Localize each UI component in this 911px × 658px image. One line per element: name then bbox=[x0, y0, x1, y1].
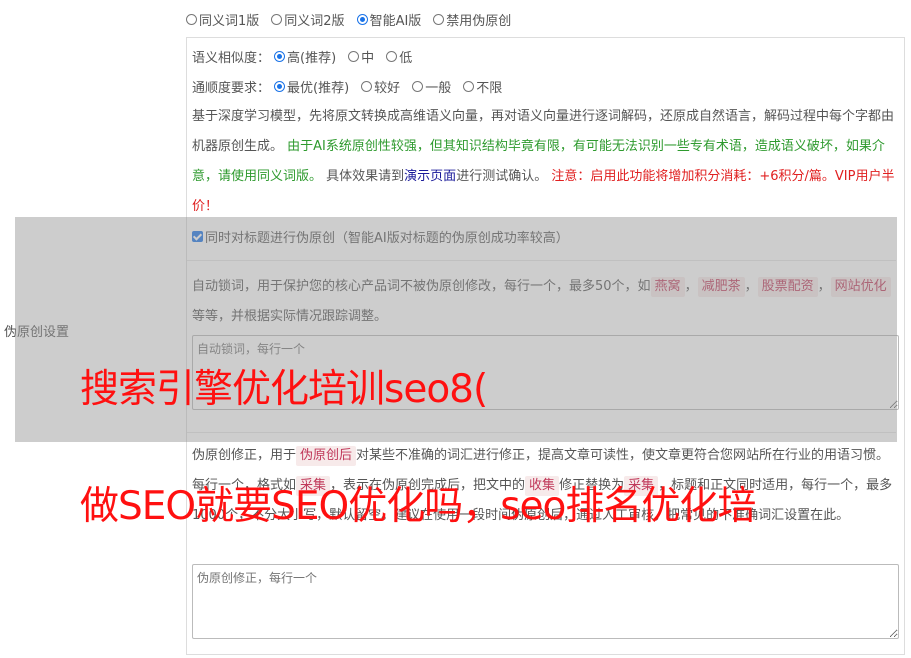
radio-selected-icon[interactable] bbox=[356, 13, 368, 25]
mode-option-synonym2[interactable]: 同义词2版 bbox=[271, 10, 345, 29]
similarity-option-low[interactable]: 低 bbox=[386, 47, 412, 66]
mode-option-ai[interactable]: 智能AI版 bbox=[356, 10, 422, 29]
fluency-row: 通顺度要求： 最优(推荐) 较好 一般 不限 bbox=[192, 76, 514, 96]
correction-text: 伪原创修正，用于 bbox=[192, 448, 297, 463]
divider bbox=[187, 432, 896, 433]
mode-option-label: 智能AI版 bbox=[369, 13, 422, 29]
mode-option-label: 同义词2版 bbox=[284, 13, 345, 29]
watermark-line-2: 做SEO就要SEO优化吗，seo排名优化培 bbox=[80, 484, 756, 529]
example-tag: 减肥茶 bbox=[697, 277, 745, 297]
title-checkbox-label: 同时对标题进行伪原创（智能AI版对标题的伪原创成功率较高） bbox=[205, 230, 569, 246]
similarity-row: 语义相似度： 高(推荐) 中 低 bbox=[192, 46, 424, 66]
option-label: 最优(推荐) bbox=[287, 80, 350, 96]
watermark-line-1: 搜索引擎优化培训seo8( bbox=[80, 367, 488, 412]
option-label: 不限 bbox=[476, 80, 503, 96]
radio-selected-icon[interactable] bbox=[274, 80, 286, 92]
separator: ， bbox=[817, 279, 831, 294]
example-tag: 网站优化 bbox=[830, 277, 891, 297]
radio-icon[interactable] bbox=[186, 13, 197, 25]
similarity-option-high[interactable]: 高(推荐) bbox=[274, 47, 336, 66]
ai-description: 基于深度学习模型，先将原文转换成高维语义向量，再对语义向量进行逐词解码，还原成自… bbox=[192, 102, 897, 222]
similarity-label: 语义相似度： bbox=[192, 50, 271, 66]
fluency-option-best[interactable]: 最优(推荐) bbox=[274, 77, 349, 96]
radio-selected-icon[interactable] bbox=[274, 50, 286, 62]
fluency-label: 通顺度要求： bbox=[192, 80, 271, 96]
fluency-option-good[interactable]: 较好 bbox=[361, 77, 400, 96]
radio-icon[interactable] bbox=[433, 13, 445, 25]
example-tag: 股票配资 bbox=[757, 277, 818, 297]
option-label: 低 bbox=[399, 50, 413, 66]
separator: ， bbox=[684, 279, 698, 294]
mode-option-label: 同义词1版 bbox=[199, 13, 260, 29]
radio-icon[interactable] bbox=[361, 80, 373, 92]
radio-icon[interactable] bbox=[271, 13, 283, 25]
mode-option-disable[interactable]: 禁用伪原创 bbox=[433, 10, 511, 29]
description-text: 具体效果请到 bbox=[326, 169, 405, 184]
option-label: 一般 bbox=[425, 80, 452, 96]
separator: ， bbox=[744, 279, 758, 294]
fluency-option-normal[interactable]: 一般 bbox=[412, 77, 451, 96]
option-label: 高(推荐) bbox=[287, 50, 337, 66]
lock-words-text: 自动锁词，用于保护您的核心产品词不被伪原创修改，每行一个，最多50个，如 bbox=[192, 279, 651, 294]
checkbox-checked-icon[interactable] bbox=[192, 230, 203, 242]
divider bbox=[187, 260, 896, 261]
description-text: 进行测试确认。 bbox=[456, 169, 548, 184]
ai-settings-panel: 语义相似度： 高(推荐) 中 低 通顺度要求： 最优(推荐) 较好 一般 不限 … bbox=[186, 37, 905, 655]
option-label: 较好 bbox=[374, 80, 401, 96]
lock-words-text: 等等，并根据实际情况跟踪调整。 bbox=[192, 309, 388, 324]
mode-option-synonym1[interactable]: 同义词1版 bbox=[186, 10, 259, 29]
section-label: 伪原创设置 bbox=[4, 325, 70, 340]
lock-words-description: 自动锁词，用于保护您的核心产品词不被伪原创修改，每行一个，最多50个，如 燕窝，减… bbox=[192, 272, 897, 332]
title-checkbox-row[interactable]: 同时对标题进行伪原创（智能AI版对标题的伪原创成功率较高） bbox=[192, 226, 569, 246]
correction-textarea[interactable] bbox=[192, 564, 899, 639]
radio-icon[interactable] bbox=[386, 50, 398, 62]
example-tag: 燕窝 bbox=[650, 277, 685, 297]
similarity-option-mid[interactable]: 中 bbox=[348, 47, 374, 66]
radio-icon[interactable] bbox=[412, 80, 424, 92]
mode-radio-group: 同义词1版 同义词2版 智能AI版 禁用伪原创 bbox=[186, 10, 523, 29]
example-tag: 伪原创后 bbox=[296, 446, 357, 466]
fluency-option-any[interactable]: 不限 bbox=[463, 77, 502, 96]
mode-option-label: 禁用伪原创 bbox=[446, 13, 512, 29]
demo-page-link[interactable]: 演示页面 bbox=[404, 169, 456, 184]
radio-icon[interactable] bbox=[348, 50, 360, 62]
option-label: 中 bbox=[361, 50, 375, 66]
radio-icon[interactable] bbox=[463, 80, 475, 92]
